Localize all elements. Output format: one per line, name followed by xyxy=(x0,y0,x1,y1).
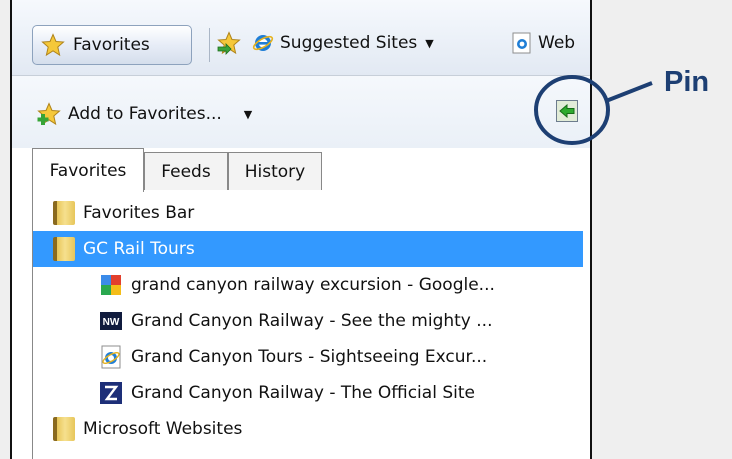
toolbar-separator xyxy=(209,28,210,62)
favorites-tree: Favorites Bar GC Rail Tours grand canyon… xyxy=(32,191,590,459)
web-slice-gallery-button[interactable]: Web xyxy=(512,28,575,58)
star-icon xyxy=(41,33,65,57)
tree-item-label: Grand Canyon Railway - The Official Site xyxy=(131,383,475,403)
tree-item-label: grand canyon railway excursion - Google.… xyxy=(131,275,495,295)
add-to-favorites-bar-icon[interactable] xyxy=(216,31,242,60)
favorites-center-panel: Favorites Suggested Sites ▼ Web Add to F… xyxy=(10,0,592,459)
google-icon xyxy=(101,275,121,295)
svg-text:NW: NW xyxy=(103,317,120,328)
ie-page-icon xyxy=(512,32,531,54)
tab-favorites-label: Favorites xyxy=(49,160,127,181)
tree-item-label: Favorites Bar xyxy=(83,203,195,223)
tree-item-link[interactable]: NW Grand Canyon Railway - See the mighty… xyxy=(33,303,583,339)
tree-item-label: Microsoft Websites xyxy=(83,419,243,439)
nw-site-icon: NW xyxy=(100,312,122,330)
tree-item-link[interactable]: Grand Canyon Railway - The Official Site xyxy=(33,375,583,411)
favorites-button[interactable]: Favorites xyxy=(32,25,192,65)
folder-icon xyxy=(53,201,75,225)
pin-callout-label: Pin xyxy=(664,66,710,98)
folder-icon xyxy=(53,237,75,261)
callout-leader-line xyxy=(605,81,653,103)
tree-item-label: Grand Canyon Railway - See the mighty ..… xyxy=(131,311,493,331)
add-to-favorites-label: Add to Favorites... xyxy=(68,104,222,124)
green-arrow-icon xyxy=(559,104,575,118)
favorites-button-label: Favorites xyxy=(73,35,150,55)
add-favorite-icon xyxy=(37,102,61,126)
tab-favorites[interactable]: Favorites xyxy=(32,148,144,192)
ie-page-icon xyxy=(101,345,121,369)
tree-item-gc-rail-tours[interactable]: GC Rail Tours xyxy=(33,231,583,267)
tab-feeds[interactable]: Feeds xyxy=(144,152,228,190)
favorites-toolbar: Favorites Suggested Sites ▼ Web xyxy=(12,0,590,76)
folder-icon xyxy=(53,417,75,441)
gcr-logo-icon xyxy=(100,382,122,404)
tree-item-link[interactable]: Grand Canyon Tours - Sightseeing Excur..… xyxy=(33,339,583,375)
chevron-down-icon: ▼ xyxy=(425,36,434,50)
tab-history-label: History xyxy=(244,161,306,182)
add-to-favorites-button[interactable]: Add to Favorites... ▼ xyxy=(34,102,252,126)
pin-favorites-center-button[interactable] xyxy=(556,100,578,122)
tree-item-favorites-bar[interactable]: Favorites Bar xyxy=(33,195,583,231)
tree-item-label: GC Rail Tours xyxy=(83,239,195,259)
tab-history[interactable]: History xyxy=(228,152,322,190)
suggested-sites-button[interactable]: Suggested Sites ▼ xyxy=(252,28,434,58)
tree-item-label: Grand Canyon Tours - Sightseeing Excur..… xyxy=(131,347,488,367)
chevron-down-icon: ▼ xyxy=(243,107,253,121)
tab-feeds-label: Feeds xyxy=(161,161,211,182)
add-favorites-row: Add to Favorites... ▼ xyxy=(12,76,590,148)
web-slice-label: Web xyxy=(538,33,576,53)
ie-icon xyxy=(252,35,274,51)
tree-item-microsoft-websites[interactable]: Microsoft Websites xyxy=(33,411,583,447)
tree-item-link[interactable]: grand canyon railway excursion - Google.… xyxy=(33,267,583,303)
suggested-sites-label: Suggested Sites xyxy=(280,33,418,53)
